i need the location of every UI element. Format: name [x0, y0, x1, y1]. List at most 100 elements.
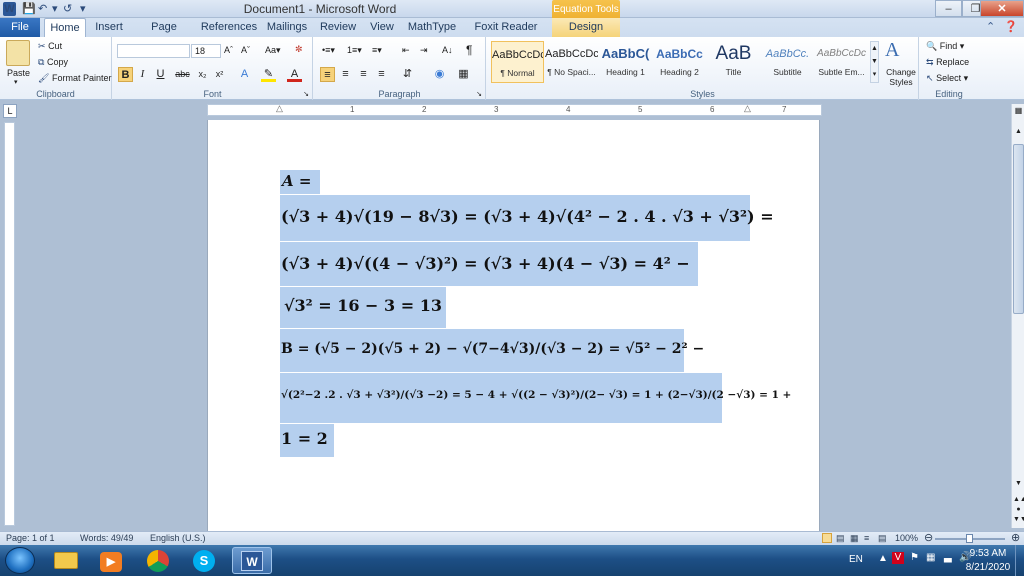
equation-line-4[interactable]: √3² = 16 − 3 = 13 — [280, 287, 446, 328]
show-hidden-icons-icon[interactable]: ▲ — [878, 553, 888, 564]
zoom-out-icon[interactable]: ⊖ — [924, 531, 933, 544]
numbering-icon[interactable]: 1≡▾ — [347, 45, 362, 56]
change-case-icon[interactable]: Aa▾ — [265, 45, 281, 56]
skype-icon[interactable]: S — [184, 547, 224, 574]
tab-selector[interactable]: L — [3, 104, 17, 118]
style-subtle-emphasis[interactable]: AaBbCcDc Subtle Em... — [815, 41, 868, 83]
equation-line-7[interactable]: 1 = 2 — [280, 424, 334, 457]
line-spacing-icon[interactable]: ⇵ — [400, 67, 415, 82]
font-color-icon[interactable]: A — [287, 67, 302, 82]
style-title[interactable]: AaB Title — [707, 41, 760, 83]
outline-view-icon[interactable]: ≡ — [864, 533, 869, 543]
equation-line-5[interactable]: B = (√5 − 2)(√5 + 2) − √(7−4√3)/(√3 − 2)… — [280, 329, 704, 372]
find-button[interactable]: 🔍 Find ▾ — [926, 41, 964, 52]
equation-line-6[interactable]: √(2²−2 .2 . √3 + √3²)/(√3 −2) = 5 − 4 + … — [280, 373, 791, 423]
draft-view-icon[interactable]: ▤ — [878, 533, 887, 544]
chrome-icon[interactable] — [138, 547, 178, 574]
align-right-button[interactable]: ≡ — [356, 67, 371, 82]
tab-file[interactable]: File — [0, 18, 40, 37]
subscript-button[interactable]: x₂ — [195, 67, 210, 82]
paste-icon[interactable] — [6, 40, 30, 66]
grow-font-icon[interactable]: Aˆ — [224, 45, 233, 55]
italic-button[interactable]: I — [135, 67, 150, 82]
tab-home[interactable]: Home — [44, 18, 86, 37]
tab-page-layout[interactable]: Page Layout — [134, 18, 194, 52]
tab-design[interactable]: Design — [552, 18, 620, 37]
network-icon[interactable]: ▦ — [926, 552, 935, 563]
word-icon[interactable]: W — [232, 547, 272, 574]
show-formatting-marks-icon[interactable]: ¶ — [466, 43, 472, 57]
style-heading-2[interactable]: AaBbCc Heading 2 — [653, 41, 706, 83]
replace-button[interactable]: ⇆ Replace — [926, 57, 969, 68]
copy-button[interactable]: ⧉ Copy — [38, 57, 68, 68]
language-indicator[interactable]: English (U.S.) — [150, 533, 206, 543]
scrollbar-thumb[interactable] — [1013, 144, 1024, 314]
bold-button[interactable]: B — [118, 67, 133, 82]
horizontal-ruler[interactable]: 1 2 3 4 5 6 7 △ △ — [207, 103, 822, 116]
text-effects-icon[interactable]: A — [237, 67, 252, 82]
show-desktop-button[interactable] — [1015, 545, 1023, 576]
vertical-scrollbar[interactable]: ▦ ▲ ▼ ▲▲ ● ▼▼ — [1011, 104, 1024, 528]
shrink-font-icon[interactable]: Aˇ — [241, 45, 250, 55]
antivirus-icon[interactable]: V — [892, 552, 904, 564]
full-screen-reading-icon[interactable]: ▤ — [836, 533, 845, 544]
tab-references[interactable]: References — [200, 18, 258, 37]
shading-icon[interactable]: ◉ — [432, 67, 447, 82]
strikethrough-button[interactable]: abc — [175, 67, 190, 82]
clock-date[interactable]: 8/21/2020 — [964, 562, 1012, 573]
tab-review[interactable]: Review — [316, 18, 360, 37]
paste-dropdown-icon[interactable]: ▾ — [14, 78, 18, 86]
next-page-icon[interactable]: ▼▼ — [1013, 516, 1024, 523]
minimize-button[interactable]: – — [935, 0, 962, 17]
style-heading-1[interactable]: AaBbC( Heading 1 — [599, 41, 652, 83]
decrease-indent-icon[interactable]: ⇤ — [402, 45, 410, 56]
change-styles-button[interactable]: Change Styles — [884, 67, 918, 87]
underline-button[interactable]: U — [153, 67, 168, 82]
select-button[interactable]: ↖ Select ▾ — [926, 73, 968, 84]
change-styles-icon[interactable]: A — [885, 39, 899, 62]
tab-mailings[interactable]: Mailings — [264, 18, 310, 37]
ruler-toggle-icon[interactable]: ▦ — [1013, 106, 1024, 117]
style-subtitle[interactable]: AaBbCc. Subtitle — [761, 41, 814, 83]
flag-icon[interactable]: ⚑ — [910, 552, 919, 563]
align-center-button[interactable]: ≡ — [338, 67, 353, 82]
increase-indent-icon[interactable]: ⇥ — [420, 45, 428, 56]
collapse-ribbon-icon[interactable]: ⌃ — [986, 21, 995, 33]
style-normal[interactable]: AaBbCcDc ¶ Normal — [491, 41, 544, 83]
help-icon[interactable]: ❓ — [1004, 21, 1018, 33]
scroll-up-icon[interactable]: ▲ — [1013, 128, 1024, 135]
previous-page-icon[interactable]: ▲▲ — [1013, 496, 1024, 503]
zoom-slider-thumb[interactable] — [966, 534, 973, 543]
justify-button[interactable]: ≡ — [374, 67, 389, 82]
paragraph-dialog-launcher-icon[interactable]: ↘ — [476, 90, 482, 98]
multilevel-list-icon[interactable]: ≡▾ — [372, 45, 382, 56]
word-count[interactable]: Words: 49/49 — [80, 533, 133, 543]
sort-icon[interactable]: A↓ — [442, 45, 453, 55]
input-language[interactable]: EN — [849, 554, 863, 565]
print-layout-view-icon[interactable] — [822, 533, 832, 543]
zoom-level[interactable]: 100% — [895, 533, 918, 543]
cut-button[interactable]: ✂ Cut — [38, 41, 62, 52]
paste-button[interactable]: Paste — [7, 68, 30, 78]
close-button[interactable]: ✕ — [980, 0, 1024, 17]
clock-time[interactable]: 9:53 AM — [968, 548, 1008, 559]
bullets-icon[interactable]: •≡▾ — [322, 45, 335, 56]
equation-line-2[interactable]: (√3 + 4)√(19 − 8√3) = (√3 + 4)√(4² − 2 .… — [280, 195, 774, 241]
clear-formatting-icon[interactable]: ✼ — [295, 44, 303, 55]
tab-mathtype[interactable]: MathType — [406, 18, 458, 37]
format-painter-button[interactable]: 🖌 Format Painter — [38, 73, 111, 84]
tab-view[interactable]: View — [365, 18, 399, 37]
windows-explorer-icon[interactable] — [46, 547, 86, 574]
right-indent-marker-icon[interactable]: △ — [744, 103, 751, 114]
styles-scroll-control[interactable]: ▲ ▼ ▾ — [870, 41, 879, 83]
media-player-icon[interactable]: ▶ — [91, 547, 131, 574]
tab-insert[interactable]: Insert — [90, 18, 128, 37]
font-name-box[interactable] — [117, 44, 190, 58]
equation-line-1[interactable]: A = — [280, 170, 320, 194]
browse-object-icon[interactable]: ● — [1013, 506, 1024, 513]
equation-line-3[interactable]: (√3 + 4)√((4 − √3)²) = (√3 + 4)(4 − √3) … — [280, 242, 698, 286]
start-button[interactable] — [5, 547, 35, 574]
page-count[interactable]: Page: 1 of 1 — [6, 533, 55, 543]
scroll-down-icon[interactable]: ▼ — [1013, 480, 1024, 487]
font-size-box[interactable]: 18 — [191, 44, 221, 58]
